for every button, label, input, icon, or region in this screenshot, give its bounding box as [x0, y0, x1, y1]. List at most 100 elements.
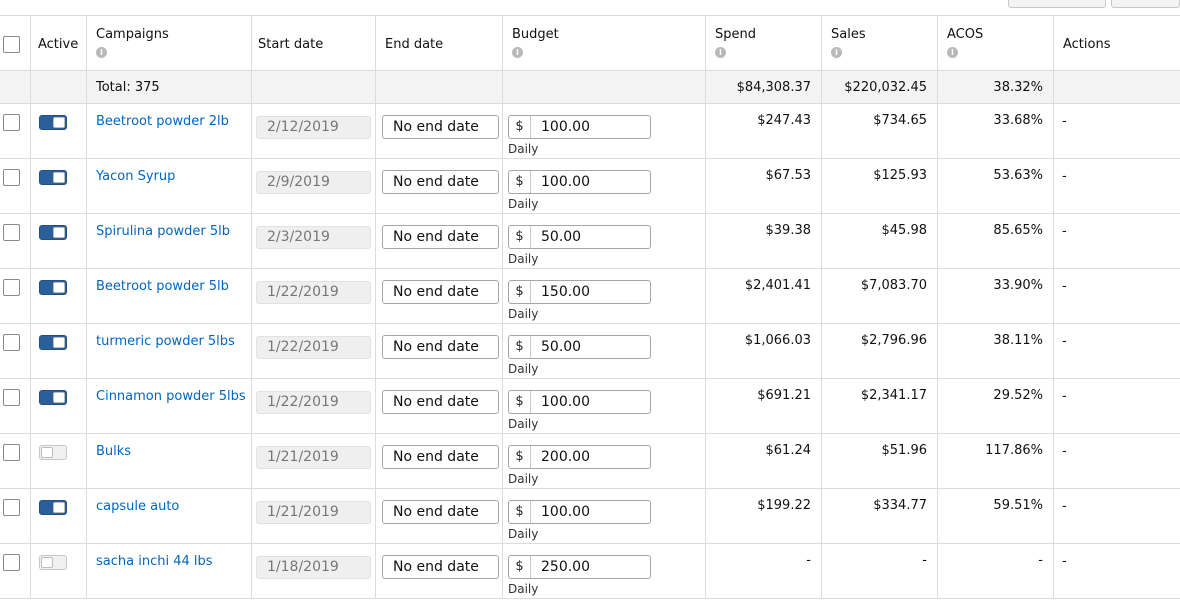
- column-header-campaigns[interactable]: Campaigns: [96, 27, 169, 42]
- budget-amount[interactable]: 100.00: [541, 171, 590, 193]
- end-date-field[interactable]: No end date: [382, 390, 499, 414]
- budget-input[interactable]: $250.00: [508, 555, 651, 579]
- active-toggle[interactable]: [39, 390, 67, 405]
- active-toggle[interactable]: [39, 280, 67, 295]
- actions-value[interactable]: -: [1062, 279, 1067, 294]
- column-header-end-date[interactable]: End date: [385, 37, 443, 52]
- row-acos-cell: -: [938, 544, 1054, 598]
- active-toggle[interactable]: [39, 335, 67, 350]
- budget-amount[interactable]: 250.00: [541, 556, 590, 578]
- toggle-knob: [53, 117, 65, 128]
- row-checkbox[interactable]: [3, 169, 20, 186]
- campaign-link[interactable]: Cinnamon powder 5lbs: [96, 389, 246, 404]
- row-checkbox[interactable]: [3, 224, 20, 241]
- budget-amount[interactable]: 150.00: [541, 281, 590, 303]
- budget-type-label: Daily: [508, 197, 539, 211]
- row-campaign-cell: turmeric powder 5lbs: [87, 324, 252, 378]
- active-toggle[interactable]: [39, 555, 67, 570]
- column-header-active[interactable]: Active: [38, 37, 78, 52]
- end-date-field[interactable]: No end date: [382, 280, 499, 304]
- actions-value[interactable]: -: [1062, 389, 1067, 404]
- end-date-field[interactable]: No end date: [382, 115, 499, 139]
- start-date-field: 1/22/2019: [256, 336, 371, 359]
- budget-input[interactable]: $100.00: [508, 390, 651, 414]
- row-checkbox[interactable]: [3, 114, 20, 131]
- row-actions-cell: -: [1054, 489, 1180, 543]
- row-start-cell: 1/21/2019: [252, 489, 376, 543]
- budget-amount[interactable]: 100.00: [541, 501, 590, 523]
- campaign-link[interactable]: turmeric powder 5lbs: [96, 334, 235, 349]
- row-checkbox[interactable]: [3, 389, 20, 406]
- actions-value[interactable]: -: [1062, 499, 1067, 514]
- row-select-cell: [0, 324, 31, 378]
- row-checkbox[interactable]: [3, 334, 20, 351]
- currency-symbol: $: [509, 336, 531, 358]
- row-budget-cell: $100.00 Daily: [503, 104, 706, 158]
- budget-input[interactable]: $100.00: [508, 170, 651, 194]
- info-icon[interactable]: i: [831, 47, 842, 58]
- budget-input[interactable]: $50.00: [508, 335, 651, 359]
- campaign-link[interactable]: Beetroot powder 2lb: [96, 114, 229, 129]
- active-toggle[interactable]: [39, 170, 67, 185]
- budget-input[interactable]: $200.00: [508, 445, 651, 469]
- actions-value[interactable]: -: [1062, 444, 1067, 459]
- column-header-spend[interactable]: Spend: [715, 27, 756, 42]
- active-toggle[interactable]: [39, 115, 67, 130]
- actions-value[interactable]: -: [1062, 554, 1067, 569]
- row-checkbox[interactable]: [3, 279, 20, 296]
- end-date-field[interactable]: No end date: [382, 445, 499, 469]
- column-header-start-date[interactable]: Start date: [258, 37, 323, 52]
- campaign-link[interactable]: Beetroot powder 5lb: [96, 279, 229, 294]
- budget-amount[interactable]: 50.00: [541, 336, 581, 358]
- info-icon[interactable]: i: [947, 47, 958, 58]
- toggle-knob: [53, 502, 65, 513]
- spend-value: -: [806, 553, 811, 568]
- budget-input[interactable]: $50.00: [508, 225, 651, 249]
- row-active-cell: [31, 214, 87, 268]
- actions-value[interactable]: -: [1062, 334, 1067, 349]
- column-header-budget[interactable]: Budget: [512, 27, 559, 42]
- end-date-field[interactable]: No end date: [382, 335, 499, 359]
- table-row: turmeric powder 5lbs 1/22/2019 No end date…: [0, 324, 1180, 379]
- toolbar-button-left[interactable]: [1008, 0, 1106, 8]
- spend-value: $247.43: [757, 113, 811, 128]
- campaign-link[interactable]: sacha inchi 44 lbs: [96, 554, 213, 569]
- budget-amount[interactable]: 50.00: [541, 226, 581, 248]
- active-toggle[interactable]: [39, 445, 67, 460]
- info-icon[interactable]: i: [512, 47, 523, 58]
- budget-input[interactable]: $150.00: [508, 280, 651, 304]
- row-checkbox[interactable]: [3, 499, 20, 516]
- row-checkbox[interactable]: [3, 554, 20, 571]
- campaign-link[interactable]: Yacon Syrup: [96, 169, 175, 184]
- budget-input[interactable]: $100.00: [508, 115, 651, 139]
- end-date-field[interactable]: No end date: [382, 170, 499, 194]
- actions-value[interactable]: -: [1062, 169, 1067, 184]
- budget-amount[interactable]: 100.00: [541, 391, 590, 413]
- spend-value: $61.24: [765, 443, 812, 458]
- row-checkbox[interactable]: [3, 444, 20, 461]
- end-date-field[interactable]: No end date: [382, 555, 499, 579]
- select-all-checkbox[interactable]: [3, 36, 20, 53]
- campaign-link[interactable]: Bulks: [96, 444, 131, 459]
- budget-amount[interactable]: 100.00: [541, 116, 590, 138]
- budget-input[interactable]: $100.00: [508, 500, 651, 524]
- end-date-field[interactable]: No end date: [382, 225, 499, 249]
- active-toggle[interactable]: [39, 225, 67, 240]
- sales-value: $734.65: [873, 113, 927, 128]
- sales-value: $7,083.70: [860, 278, 927, 293]
- active-toggle[interactable]: [39, 500, 67, 515]
- end-date-field[interactable]: No end date: [382, 500, 499, 524]
- actions-value[interactable]: -: [1062, 224, 1067, 239]
- campaign-link[interactable]: Spirulina powder 5lb: [96, 224, 230, 239]
- toolbar-button-right[interactable]: [1111, 0, 1180, 8]
- info-icon[interactable]: i: [715, 47, 726, 58]
- column-header-sales[interactable]: Sales: [831, 27, 866, 42]
- campaign-link[interactable]: capsule auto: [96, 499, 179, 514]
- row-end-cell: No end date: [376, 544, 503, 598]
- acos-value: 33.68%: [993, 113, 1043, 128]
- row-campaign-cell: Cinnamon powder 5lbs: [87, 379, 252, 433]
- actions-value[interactable]: -: [1062, 114, 1067, 129]
- column-header-acos[interactable]: ACOS: [947, 27, 983, 42]
- info-icon[interactable]: i: [96, 47, 107, 58]
- budget-amount[interactable]: 200.00: [541, 446, 590, 468]
